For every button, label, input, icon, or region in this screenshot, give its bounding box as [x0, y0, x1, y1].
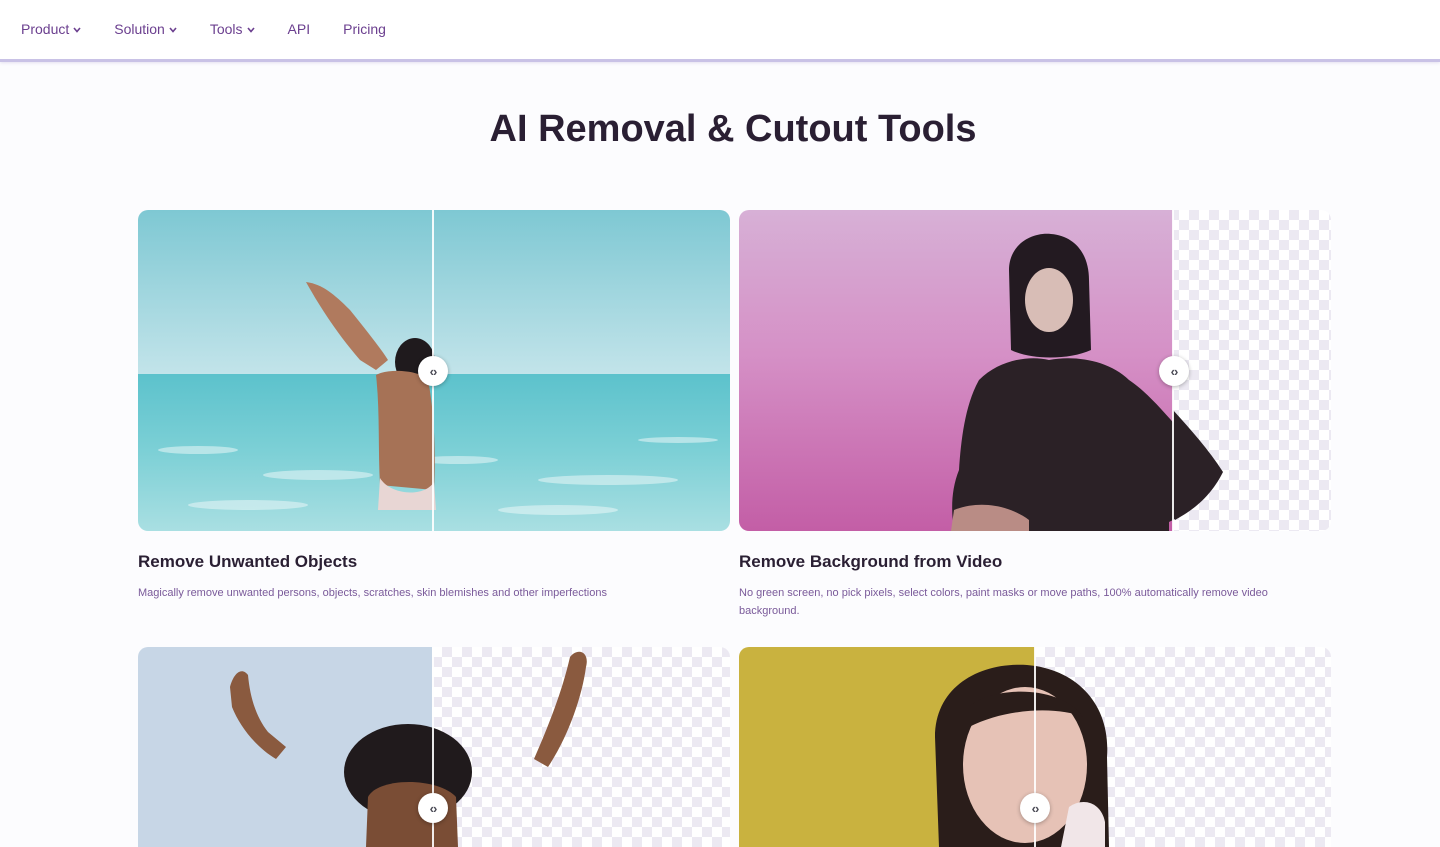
nav-menu: Product Solution Tools API Pricing — [0, 0, 1440, 58]
card-title[interactable]: Remove Unwanted Objects — [138, 552, 730, 572]
before-after-comparison[interactable]: ‹› — [138, 210, 730, 531]
tool-card-remove-video-background[interactable]: ‹› Remove Background from Video No green… — [739, 210, 1331, 620]
top-navigation: Product Solution Tools API Pricing — [0, 0, 1440, 62]
compare-arrows-icon[interactable]: ‹› — [418, 356, 448, 386]
nav-item-label: Pricing — [343, 21, 386, 37]
before-after-comparison[interactable]: ‹› — [739, 647, 1331, 847]
chevron-down-icon — [73, 27, 81, 33]
compare-arrows-icon[interactable]: ‹› — [1020, 793, 1050, 823]
chevron-down-icon — [169, 27, 177, 33]
tool-card-remove-objects[interactable]: ‹› Remove Unwanted Objects Magically rem… — [138, 210, 730, 602]
nav-item-label: Product — [21, 21, 70, 37]
page-title: AI Removal & Cutout Tools — [489, 108, 977, 150]
nav-item-tools[interactable]: Tools — [210, 21, 255, 37]
compare-arrows-icon[interactable]: ‹› — [1159, 356, 1189, 386]
before-after-comparison[interactable]: ‹› — [739, 210, 1331, 531]
card-description: Magically remove unwanted persons, objec… — [138, 587, 607, 599]
nav-item-pricing[interactable]: Pricing — [343, 21, 386, 37]
chevron-down-icon — [246, 27, 255, 33]
video-presenter-photo — [739, 210, 1223, 531]
nav-item-product[interactable]: Product — [21, 21, 81, 37]
tool-card-remove-image-background[interactable]: ‹› — [138, 647, 730, 847]
compare-arrows-icon[interactable]: ‹› — [418, 793, 448, 823]
nav-item-label: API — [287, 21, 311, 37]
nav-item-solution[interactable]: Solution — [114, 21, 177, 37]
before-after-comparison[interactable]: ‹› — [138, 647, 730, 847]
card-description: No green screen, no pick pixels, select … — [739, 587, 1268, 617]
nav-item-api[interactable]: API — [288, 21, 311, 37]
nav-item-label: Solution — [114, 21, 165, 37]
tool-card-portrait-cutout[interactable]: ‹› — [739, 647, 1331, 847]
nav-item-label: Tools — [209, 21, 243, 37]
card-title[interactable]: Remove Background from Video — [739, 552, 1331, 572]
